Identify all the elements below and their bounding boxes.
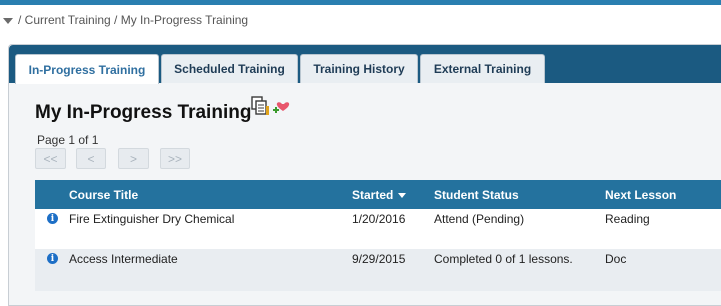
top-accent-bar <box>0 0 721 5</box>
tab-bar: In-Progress Training Scheduled Training … <box>9 45 721 84</box>
sort-descending-icon <box>398 192 407 198</box>
started-cell: 1/20/2016 <box>352 212 406 226</box>
column-header-started[interactable]: Started <box>352 188 407 202</box>
title-icons-graphic <box>251 96 290 115</box>
next-lesson-cell: Doc <box>605 252 627 266</box>
course-title-cell[interactable]: Access Intermediate <box>69 252 178 266</box>
column-header-label: Next Lesson <box>605 188 677 202</box>
column-header-label: Started <box>352 188 394 202</box>
info-circle-icon[interactable]: i <box>47 213 58 224</box>
student-status-cell: Completed 0 of 1 lessons. <box>434 252 573 266</box>
tab-training-history[interactable]: Training History <box>300 54 418 83</box>
next-page-button[interactable]: > <box>118 148 149 169</box>
column-header-label: Course Title <box>69 188 139 202</box>
course-title-cell[interactable]: Fire Extinguisher Dry Chemical <box>69 212 234 226</box>
breadcrumb: / Current Training / My In-Progress Trai… <box>3 12 248 28</box>
column-header-next-lesson[interactable]: Next Lesson <box>605 188 676 202</box>
next-lesson-cell: Reading <box>605 212 650 226</box>
column-header-student-status[interactable]: Student Status <box>434 188 519 202</box>
table-row: i Access Intermediate 9/29/2015 Complete… <box>35 249 721 291</box>
page-title: My In-Progress Training <box>35 102 252 123</box>
triangle-down-icon[interactable] <box>3 17 13 24</box>
tab-external-training[interactable]: External Training <box>420 54 545 83</box>
page-info: Page 1 of 1 <box>37 133 99 147</box>
started-cell: 9/29/2015 <box>352 252 406 266</box>
first-page-button[interactable]: << <box>35 148 66 169</box>
tab-scheduled-training[interactable]: Scheduled Training <box>161 54 298 83</box>
documents-icon[interactable] <box>251 96 269 115</box>
breadcrumb-text: / Current Training / My In-Progress Trai… <box>18 13 249 27</box>
student-status-cell: Attend (Pending) <box>434 212 525 226</box>
table-row: i Fire Extinguisher Dry Chemical 1/20/20… <box>35 209 721 249</box>
table-header: Course Title Started Student Status Next… <box>35 180 721 209</box>
column-header-course-title[interactable]: Course Title <box>69 188 138 202</box>
info-circle-icon[interactable]: i <box>47 253 58 264</box>
title-actions <box>251 95 291 126</box>
last-page-button[interactable]: >> <box>160 148 190 169</box>
prev-page-button[interactable]: < <box>76 148 106 169</box>
tab-in-progress-training[interactable]: In-Progress Training <box>15 54 159 84</box>
column-header-label: Student Status <box>434 188 519 202</box>
plus-heart-icon[interactable] <box>273 102 290 113</box>
